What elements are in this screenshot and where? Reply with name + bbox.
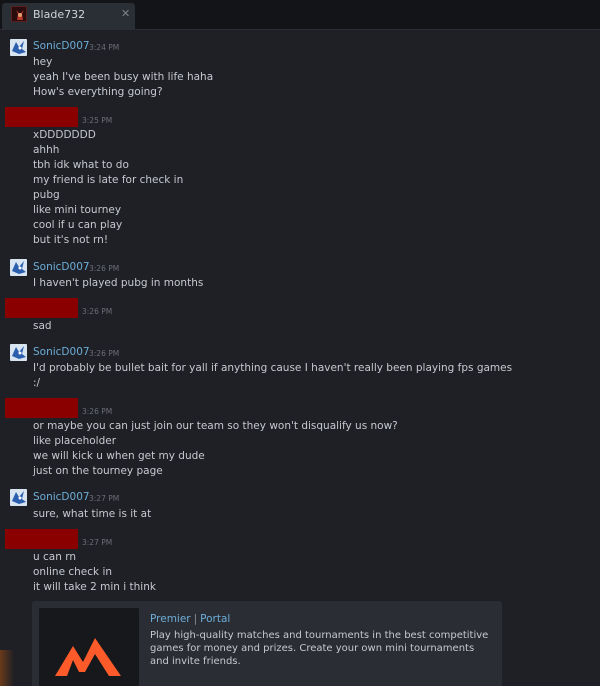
premier-logo-icon[interactable] — [39, 608, 139, 686]
timestamp: 3:27 PM — [82, 538, 113, 547]
scroll-edge-glow — [0, 650, 14, 686]
embed-description: Play high-quality matches and tournament… — [150, 630, 489, 667]
message-line: tbh idk what to do — [33, 159, 129, 171]
message-line: u can rn — [33, 551, 76, 563]
sender-name[interactable]: SonicD007 — [33, 491, 90, 503]
message-line: cool if u can play — [33, 219, 123, 231]
message-line: like mini tourney — [33, 204, 122, 216]
chat-log: SonicD007 3:24 PM hey yeah I've been bus… — [0, 30, 600, 686]
close-icon[interactable]: ✕ — [121, 7, 130, 20]
tab-title: Blade732 — [33, 8, 86, 21]
link-embed-card[interactable]: Premier | Portal Play high-quality matches… — [32, 601, 502, 686]
timestamp: 3:27 PM — [89, 494, 120, 503]
embed-title-part[interactable]: Premier — [150, 613, 191, 625]
message-line: ahhh — [33, 144, 60, 156]
sonic-avatar-icon[interactable] — [10, 344, 27, 361]
message-line: we will kick u when get my dude — [33, 450, 205, 462]
redacted-sender — [5, 529, 78, 549]
message-line: sure, what time is it at — [33, 508, 152, 520]
message-line: How's everything going? — [33, 86, 163, 98]
timestamp: 3:24 PM — [89, 43, 120, 52]
timestamp: 3:26 PM — [82, 407, 113, 416]
message-line: sad — [33, 320, 52, 332]
message-line: but it's not rn! — [33, 234, 109, 246]
sender-name[interactable]: SonicD007 — [33, 40, 90, 52]
sonic-avatar-icon[interactable] — [10, 259, 27, 276]
message-line: just on the tourney page — [33, 465, 163, 477]
redacted-sender — [5, 398, 78, 418]
sonic-avatar-icon[interactable] — [10, 39, 27, 56]
message-line: I haven't played pubg in months — [33, 277, 204, 289]
message-line: like placeholder — [33, 435, 117, 447]
redacted-sender — [5, 298, 78, 318]
message-line: pubg — [33, 189, 60, 201]
sonic-avatar-icon[interactable] — [10, 489, 27, 506]
timestamp: 3:26 PM — [82, 307, 113, 316]
sender-name[interactable]: SonicD007 — [33, 346, 90, 358]
embed-title-separator: | — [193, 613, 198, 625]
message-line: my friend is late for check in — [33, 174, 184, 186]
sender-name[interactable]: SonicD007 — [33, 261, 90, 273]
embed-title-part[interactable]: Portal — [200, 613, 230, 625]
message-line: xDDDDDDD — [33, 129, 96, 141]
timestamp: 3:25 PM — [82, 116, 113, 125]
message-line: :/ — [33, 377, 41, 389]
message-line: it will take 2 min i think — [33, 581, 156, 593]
message-line: or maybe you can just join our team so t… — [33, 420, 398, 432]
message-line: online check in — [33, 566, 113, 578]
embed-title[interactable]: Premier | Portal — [150, 613, 230, 625]
timestamp: 3:26 PM — [89, 264, 120, 273]
chat-tab[interactable]: Blade732 ✕ — [2, 3, 135, 30]
redacted-sender — [5, 107, 78, 127]
message-line: hey — [33, 56, 53, 68]
timestamp: 3:26 PM — [89, 349, 120, 358]
dark-portrait-icon — [11, 6, 27, 22]
message-line: yeah I've been busy with life haha — [33, 71, 214, 83]
message-line: I'd probably be bullet bait for yall if … — [33, 362, 513, 374]
tab-bar: Blade732 ✕ — [0, 0, 600, 30]
